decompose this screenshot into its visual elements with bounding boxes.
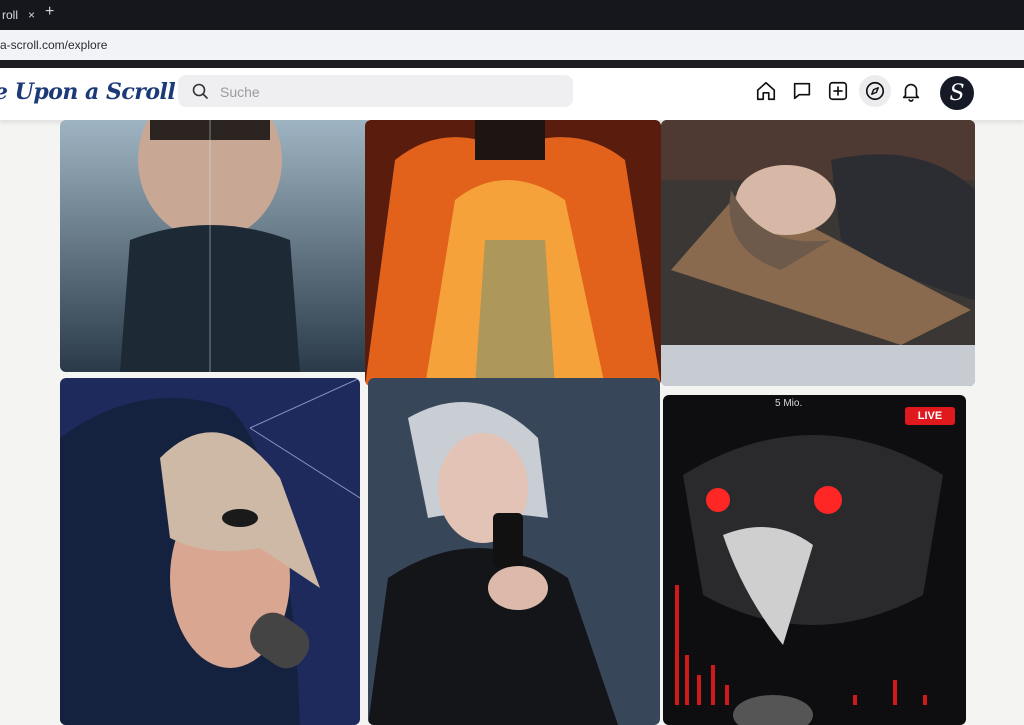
messages-icon[interactable] [790, 79, 814, 103]
post-tile-fire-figure[interactable] [365, 120, 661, 386]
avatar[interactable]: S [940, 76, 974, 110]
post-tile-crow-live[interactable] [663, 395, 966, 725]
create-post-icon[interactable] [826, 79, 850, 103]
search-icon [192, 83, 208, 99]
new-tab-icon[interactable]: + [45, 3, 54, 21]
browser-tab[interactable]: roll × [0, 0, 35, 30]
address-bar[interactable]: a-scroll.com/explore [0, 30, 1024, 61]
browser-tab-bar: roll × + [0, 0, 1024, 30]
notifications-icon[interactable] [899, 79, 923, 103]
tab-title: roll [2, 8, 19, 22]
post-tile-bird-mask[interactable] [60, 378, 360, 725]
live-badge: LIVE [905, 407, 955, 425]
explore-grid [0, 120, 1024, 725]
tab-close-icon[interactable]: × [28, 8, 35, 22]
logo[interactable]: e Upon a Scroll [0, 79, 176, 105]
live-viewer-count: 5 Mio. [775, 398, 803, 409]
explore-icon[interactable] [859, 75, 891, 107]
home-icon[interactable] [754, 79, 778, 103]
post-tile-water-portrait[interactable] [60, 120, 372, 372]
search-bar[interactable] [178, 75, 573, 109]
url-text: a-scroll.com/explore [0, 38, 108, 52]
app-header: e Upon a Scroll S [0, 68, 1024, 121]
post-tile-snow-woman[interactable] [661, 120, 975, 386]
browser-divider [0, 60, 1024, 68]
post-tile-phone-woman[interactable] [368, 378, 660, 725]
search-input[interactable] [218, 75, 562, 109]
